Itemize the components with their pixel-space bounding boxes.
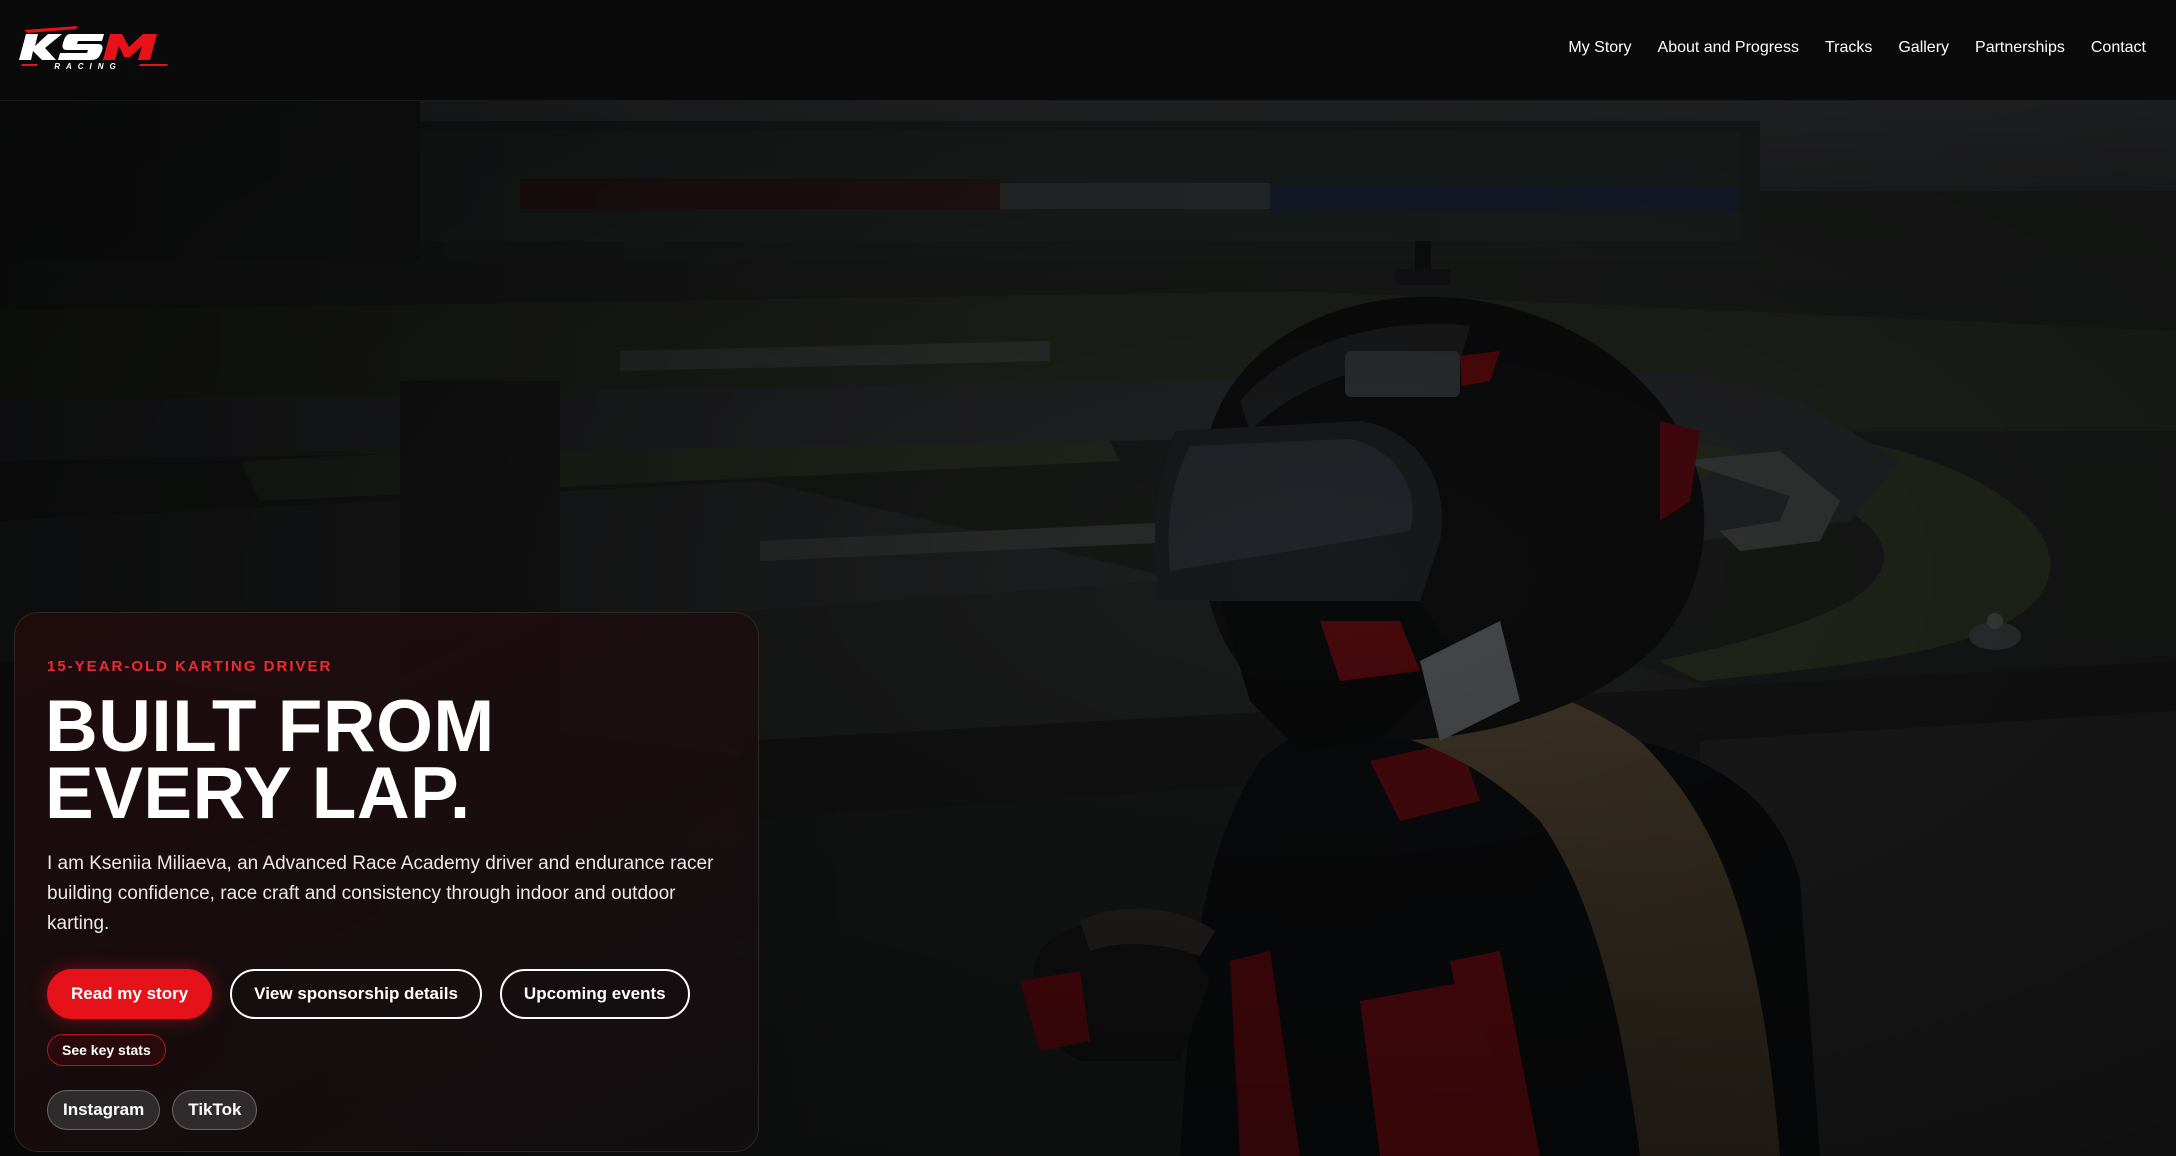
ksm-racing-logo[interactable]: RACING — [18, 24, 172, 72]
hero-eyebrow: 15-YEAR-OLD KARTING DRIVER — [47, 658, 333, 675]
nav-tracks[interactable]: Tracks — [1825, 39, 1872, 57]
hero-cta-row: Read my story View sponsorship details U… — [47, 969, 690, 1019]
hero-intro-text: I am Kseniia Miliaeva, an Advanced Race … — [47, 853, 714, 934]
instagram-link[interactable]: Instagram — [47, 1090, 161, 1130]
main-nav: My Story About and Progress Tracks Galle… — [1568, 0, 2146, 95]
nav-partnerships[interactable]: Partnerships — [1975, 39, 2065, 57]
nav-about-and-progress[interactable]: About and Progress — [1658, 39, 1799, 57]
site-header: RACING My Story About and Progress Track… — [0, 0, 2176, 101]
nav-gallery[interactable]: Gallery — [1898, 39, 1949, 57]
upcoming-events-button[interactable]: Upcoming events — [499, 969, 690, 1019]
hero-headline: BUILT FROM EVERY LAP. — [45, 686, 725, 834]
hero-headline-line-1: BUILT FROM — [45, 686, 495, 767]
read-my-story-button[interactable]: Read my story — [47, 969, 213, 1019]
nav-my-story[interactable]: My Story — [1568, 39, 1631, 57]
view-sponsorship-details-button[interactable]: View sponsorship details — [230, 969, 482, 1019]
svg-text:RACING: RACING — [54, 62, 122, 71]
nav-contact[interactable]: Contact — [2091, 39, 2146, 57]
see-key-stats-button[interactable]: See key stats — [47, 1034, 166, 1066]
tiktok-link[interactable]: TikTok — [172, 1090, 258, 1130]
hero-intro-card: 15-YEAR-OLD KARTING DRIVER BUILT FROM EV… — [14, 612, 759, 1152]
hero-headline-line-2: EVERY LAP. — [45, 753, 471, 834]
social-links: Instagram TikTok — [47, 1090, 258, 1130]
